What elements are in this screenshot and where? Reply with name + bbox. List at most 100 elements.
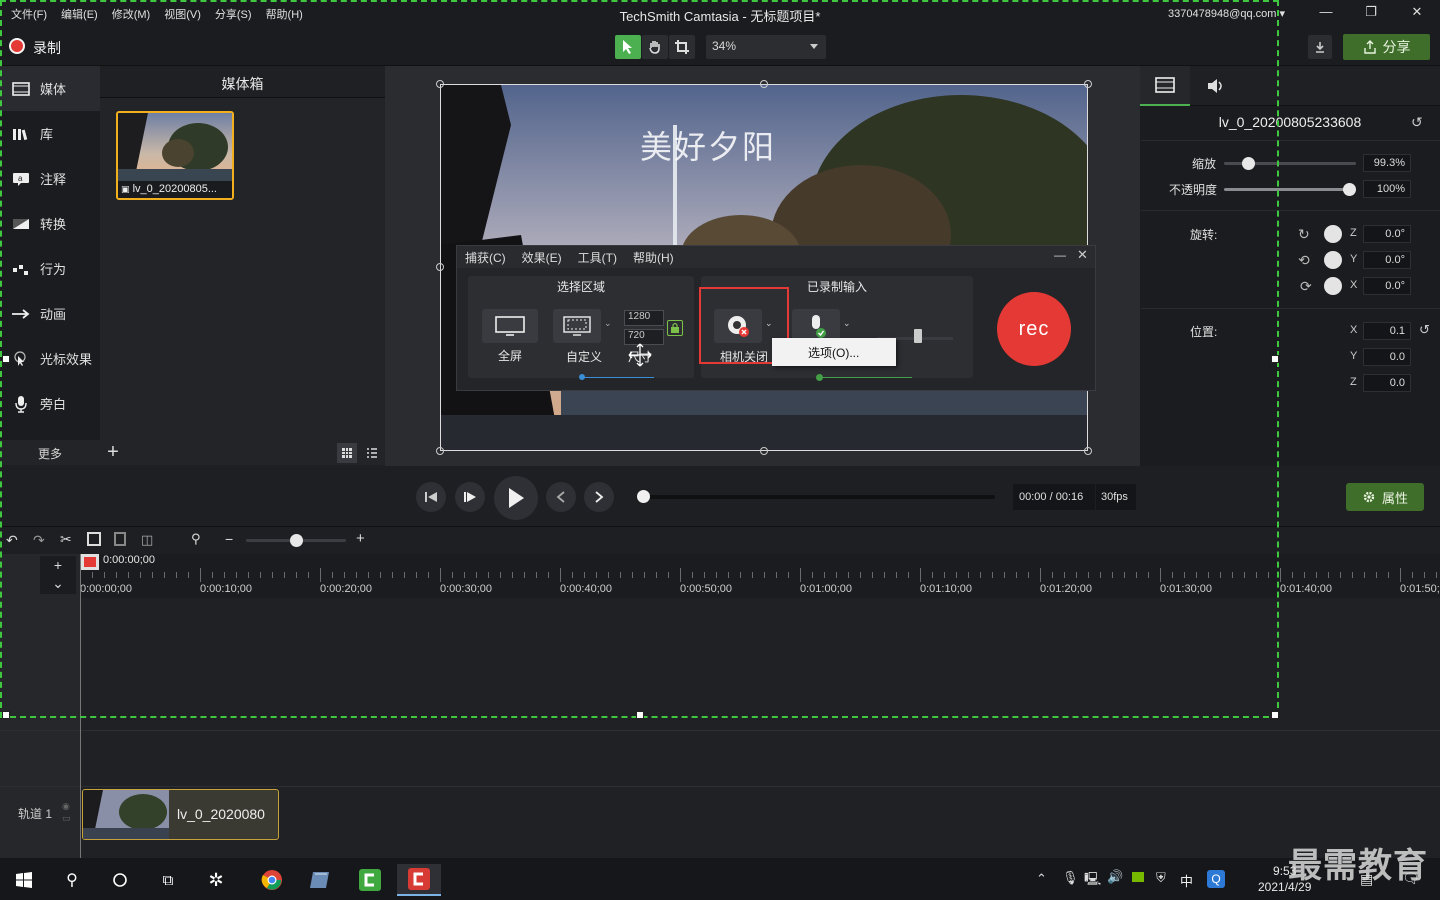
menu-help[interactable]: 帮助(H) <box>259 6 310 22</box>
scale-value-field[interactable]: 99.3% <box>1363 154 1411 172</box>
task-view-icon[interactable]: ⧉ <box>146 864 190 896</box>
rotation-x-dial[interactable] <box>1324 277 1342 295</box>
sidebar-item-behaviors[interactable]: 行为 <box>0 246 100 291</box>
volume-icon[interactable]: 🔊 <box>1107 869 1123 885</box>
opacity-slider-track[interactable] <box>1224 188 1350 191</box>
position-z-field[interactable]: 0.0 <box>1363 374 1411 392</box>
sidebar-item-animations[interactable]: 动画 <box>0 291 100 336</box>
opacity-value-field[interactable]: 100% <box>1363 180 1411 198</box>
position-y-field[interactable]: 0.0 <box>1363 348 1411 366</box>
paste-icon[interactable] <box>114 532 126 546</box>
track-visibility-icon[interactable]: ◉ ▭ <box>62 800 71 824</box>
timeline-zoom-knob[interactable] <box>290 534 303 547</box>
input-method-indicator[interactable]: 中 <box>1180 871 1193 890</box>
pan-tool-button[interactable] <box>642 35 668 59</box>
cortana-button[interactable] <box>98 864 142 896</box>
width-field[interactable]: 1280 <box>624 310 664 326</box>
zoom-in-button[interactable]: + <box>356 530 365 547</box>
properties-button[interactable]: 属性 <box>1346 483 1424 511</box>
resize-handle[interactable] <box>760 447 768 455</box>
sidebar-item-media[interactable]: 媒体 <box>0 66 100 111</box>
sidebar-item-transitions[interactable]: 转换 <box>0 201 100 246</box>
tab-visual-properties[interactable] <box>1140 66 1190 106</box>
recorder-minimize-button[interactable]: — <box>1054 248 1066 262</box>
region-handle[interactable] <box>2 355 10 363</box>
zoom-select[interactable]: 34% <box>706 35 826 59</box>
recorder-close-button[interactable]: ✕ <box>1077 247 1088 263</box>
copy-icon[interactable] <box>87 532 101 546</box>
tray-expand-icon[interactable]: ⌃ <box>1036 871 1047 887</box>
chrome-icon[interactable] <box>250 864 294 896</box>
camtasia-recorder-icon[interactable] <box>397 864 441 896</box>
media-thumbnail[interactable]: ▣ lv_0_20200805... <box>116 111 234 200</box>
menu-modify[interactable]: 修改(M) <box>105 6 158 22</box>
security-shield-icon[interactable]: ⛨ <box>1156 870 1166 886</box>
region-handle[interactable] <box>636 711 644 719</box>
timeline-tracks[interactable] <box>80 598 1440 858</box>
search-icon[interactable]: ⚲ <box>50 864 94 896</box>
resize-handle[interactable] <box>436 263 444 271</box>
split-icon[interactable]: ◫ <box>141 532 153 548</box>
record-button[interactable]: 录制 <box>33 38 61 58</box>
recorder-menu-effects[interactable]: 效果(E) <box>514 249 570 266</box>
notebook-app-icon[interactable] <box>298 864 342 896</box>
list-view-button[interactable] <box>362 443 382 463</box>
share-button[interactable]: 分享 <box>1343 34 1430 60</box>
zoom-out-button[interactable]: − <box>225 531 233 547</box>
rotation-y-dial[interactable] <box>1324 251 1342 269</box>
step-forward-button[interactable] <box>455 482 485 512</box>
resize-handle[interactable] <box>1084 447 1092 455</box>
resize-handle[interactable] <box>760 80 768 88</box>
record-dot-icon[interactable] <box>9 38 25 54</box>
sidebar-item-library[interactable]: 库 <box>0 111 100 156</box>
custom-area-button[interactable] <box>553 309 601 343</box>
resize-handle[interactable] <box>1084 80 1092 88</box>
network-icon[interactable]: 🖳 <box>1084 870 1101 892</box>
rotation-x-field[interactable]: 0.0° <box>1363 277 1411 295</box>
qq-icon[interactable]: Q <box>1207 870 1225 888</box>
cut-icon[interactable]: ✂ <box>60 531 72 548</box>
fullscreen-button[interactable] <box>482 309 538 343</box>
lock-aspect-button[interactable] <box>667 320 683 336</box>
sidebar-item-voice-narration[interactable]: 旁白 <box>0 381 100 426</box>
volume-slider-knob[interactable] <box>914 329 922 343</box>
opacity-slider-knob[interactable] <box>1343 183 1356 196</box>
resize-handle[interactable] <box>436 80 444 88</box>
menu-view[interactable]: 视图(V) <box>157 6 208 22</box>
sidebar-item-annotations[interactable]: a 注释 <box>0 156 100 201</box>
playhead-line[interactable] <box>80 554 81 858</box>
recorder-menu-capture[interactable]: 捕获(C) <box>457 249 514 266</box>
options-menu-item[interactable]: 选项(O)... <box>772 338 896 366</box>
recorder-menu-tools[interactable]: 工具(T) <box>570 249 625 266</box>
region-handle[interactable] <box>2 711 10 719</box>
tab-audio-properties[interactable] <box>1192 66 1240 106</box>
position-x-field[interactable]: 0.1 <box>1363 322 1411 340</box>
minimize-button[interactable]: — <box>1314 4 1338 24</box>
add-track-button[interactable]: + ⌄ <box>40 556 76 594</box>
menu-edit[interactable]: 编辑(E) <box>54 6 105 22</box>
scrubber-knob[interactable] <box>637 490 650 503</box>
select-tool-button[interactable] <box>615 35 641 59</box>
undo-icon[interactable]: ↶ <box>6 532 18 549</box>
microphone-icon[interactable]: 🎙 <box>1062 870 1079 886</box>
reset-icon[interactable]: ↺ <box>1411 114 1423 131</box>
rotation-y-field[interactable]: 0.0° <box>1363 251 1411 269</box>
scale-slider-knob[interactable] <box>1241 157 1255 170</box>
camtasia-green-icon[interactable] <box>348 864 392 896</box>
close-button[interactable]: ✕ <box>1405 4 1429 24</box>
chevron-down-icon[interactable]: ⌄ <box>843 318 851 329</box>
region-handle[interactable] <box>1271 355 1279 363</box>
grid-view-button[interactable] <box>337 443 357 463</box>
region-handle[interactable] <box>1271 711 1279 719</box>
more-tools-button[interactable]: 更多 <box>0 440 100 465</box>
area-slider-dot[interactable] <box>579 374 585 380</box>
previous-marker-button[interactable] <box>546 482 576 512</box>
menu-share[interactable]: 分享(S) <box>208 6 259 22</box>
audio-level-dot[interactable] <box>816 374 823 381</box>
start-recording-button[interactable]: rec <box>997 292 1071 366</box>
chevron-down-icon[interactable]: ⌄ <box>604 318 612 329</box>
restore-button[interactable]: ❐ <box>1359 4 1383 24</box>
play-button[interactable] <box>494 476 538 520</box>
start-button[interactable] <box>2 864 46 896</box>
rotation-z-dial[interactable] <box>1324 225 1342 243</box>
